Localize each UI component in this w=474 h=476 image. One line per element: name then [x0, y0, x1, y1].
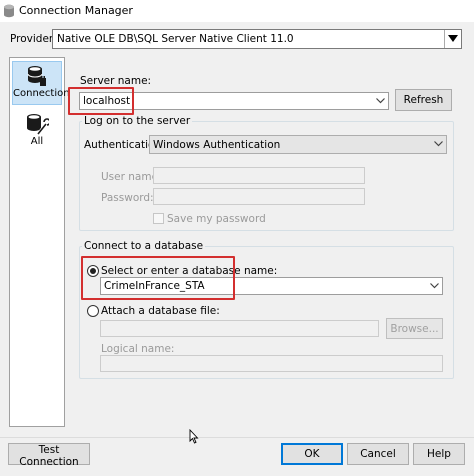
- authentication-value: Windows Authentication: [153, 139, 281, 151]
- database-selection-highlight: [81, 256, 235, 300]
- logical-name-input[interactable]: [100, 355, 443, 372]
- window-title: Connection Manager: [19, 4, 133, 17]
- title-bar: Connection Manager: [0, 0, 474, 22]
- mouse-pointer-icon: [189, 429, 199, 444]
- sidebar-item-label: Connection: [13, 88, 70, 99]
- help-button[interactable]: Help: [413, 443, 465, 465]
- provider-select[interactable]: Native OLE DB\SQL Server Native Client 1…: [52, 29, 462, 49]
- cancel-button[interactable]: Cancel: [347, 443, 409, 465]
- database-name-dropdown-button[interactable]: [427, 278, 442, 294]
- database-group-title: Connect to a database: [82, 240, 206, 252]
- database-connection-icon: [27, 66, 46, 86]
- database-app-icon: [4, 4, 14, 18]
- save-password-label: Save my password: [167, 213, 266, 225]
- server-name-dropdown-button[interactable]: [373, 93, 388, 109]
- password-input[interactable]: [153, 188, 365, 205]
- authentication-select[interactable]: Windows Authentication: [149, 135, 447, 154]
- triangle-down-icon: [448, 35, 458, 42]
- provider-value: Native OLE DB\SQL Server Native Client 1…: [57, 33, 294, 45]
- refresh-button[interactable]: Refresh: [395, 89, 452, 111]
- sidebar-item-connection[interactable]: Connection: [12, 61, 70, 105]
- sidebar: Connection All: [9, 57, 70, 427]
- password-label: Password:: [101, 192, 154, 204]
- attach-database-radio[interactable]: [87, 305, 99, 317]
- ok-button[interactable]: OK: [281, 443, 343, 465]
- sidebar-item-all[interactable]: All: [12, 110, 62, 150]
- logical-name-label: Logical name:: [101, 343, 175, 355]
- provider-dropdown-button[interactable]: [444, 30, 461, 48]
- save-password-checkbox[interactable]: [153, 213, 164, 224]
- provider-label: Provider:: [10, 33, 57, 45]
- attach-database-label: Attach a database file:: [101, 305, 220, 317]
- sidebar-item-label: All: [30, 136, 44, 147]
- authentication-dropdown-button[interactable]: [431, 136, 446, 152]
- username-input[interactable]: [153, 167, 365, 184]
- footer-divider: [0, 437, 474, 438]
- browse-button[interactable]: Browse...: [386, 318, 443, 339]
- logon-group-title: Log on to the server: [82, 115, 193, 127]
- chevron-down-icon: [434, 141, 443, 147]
- database-file-input[interactable]: [100, 320, 379, 337]
- server-name-label: Server name:: [80, 75, 152, 87]
- chevron-down-icon: [376, 98, 385, 104]
- test-connection-button[interactable]: Test Connection: [8, 443, 90, 468]
- chevron-down-icon: [430, 283, 439, 289]
- database-tools-icon: [27, 114, 49, 135]
- connection-manager-window: Connection Manager Provider: Native OLE …: [0, 0, 474, 476]
- server-name-highlight: [68, 87, 134, 115]
